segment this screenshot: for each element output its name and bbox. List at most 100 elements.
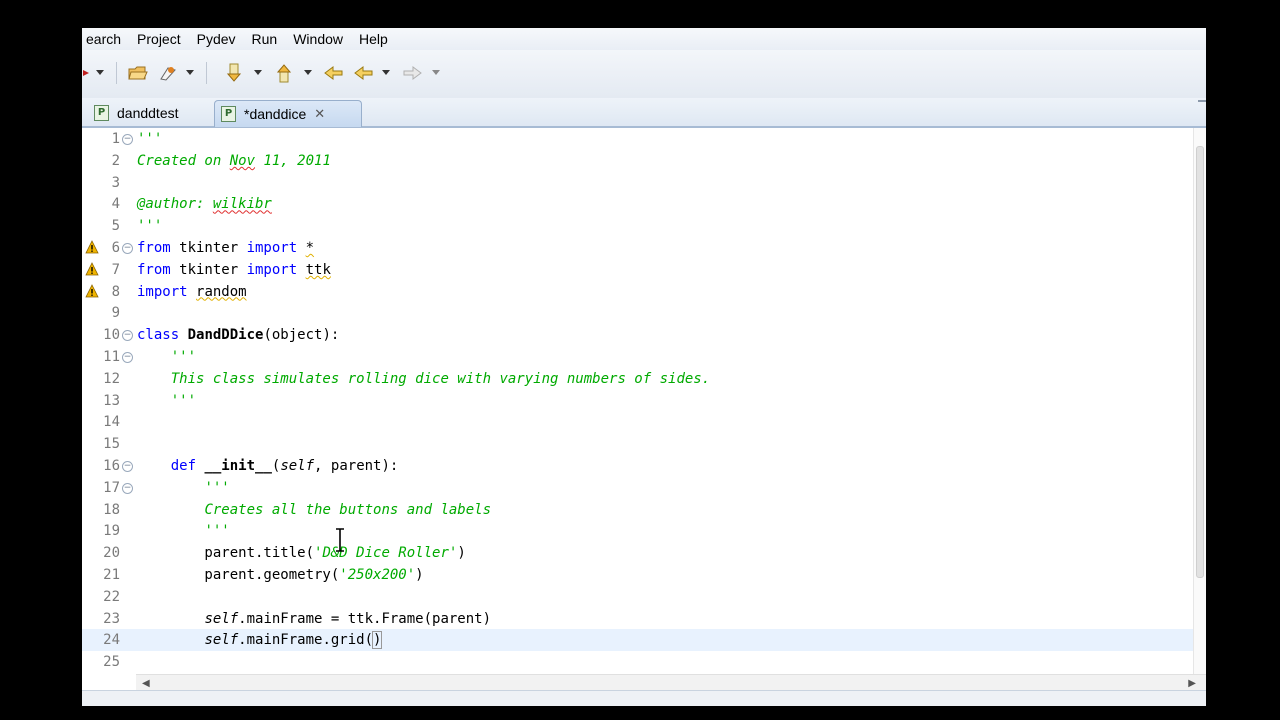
status-bar [82,690,1206,706]
dropdown-arrow-icon[interactable] [300,62,316,84]
dropdown-arrow-icon[interactable] [378,62,394,84]
fold-toggle-icon[interactable]: − [122,482,133,494]
code-text: from tkinter import * [137,240,315,256]
scroll-right-icon[interactable]: ▶ [1188,678,1196,689]
code-line[interactable]: 24 self.mainFrame.grid() [82,629,1194,652]
code-text: self.mainFrame = ttk.Frame(parent) [204,610,492,627]
toolbar-separator [116,62,117,84]
line-number: 8 [111,283,120,300]
code-line[interactable]: 1− ''' [82,128,1194,150]
tab-label: danddtest [117,105,179,121]
code-text: self.mainFrame.grid() [204,631,383,650]
code-line[interactable]: 9 [82,302,1194,324]
pydev-file-icon: P [221,106,236,122]
menu-search[interactable]: earch [82,28,129,50]
dropdown-arrow-icon[interactable] [250,62,266,84]
line-number: 19 [103,523,120,540]
code-line[interactable]: 12 This class simulates rolling dice wit… [82,368,1194,390]
scrollbar-thumb[interactable] [1196,146,1204,578]
forward-arrow-icon[interactable] [400,62,424,84]
last-edit-location-icon[interactable] [322,62,346,84]
line-number: 1 [111,131,120,147]
line-number: 7 [111,261,120,278]
previous-annotation-icon[interactable] [272,62,296,84]
line-number: 25 [103,654,120,671]
code-line[interactable]: 13 ''' [82,390,1194,412]
code-text: ''' [204,523,230,540]
line-number: 16 [103,458,120,474]
tab-danddtest[interactable]: P danddtest [88,100,212,126]
line-number: 12 [103,370,120,387]
code-text: This class simulates rolling dice with v… [170,370,711,387]
close-icon[interactable]: ✕ [314,107,325,122]
code-line[interactable]: 2 Created on Nov 11, 2011 [82,150,1194,172]
code-text: import random [137,283,247,300]
line-number: 5 [111,218,120,235]
line-number: 13 [103,392,120,409]
code-line[interactable]: 19 ''' [82,520,1194,542]
dropdown-arrow-icon[interactable] [92,62,108,84]
line-number: 4 [111,196,120,213]
next-annotation-icon[interactable] [222,62,246,84]
dropdown-arrow-icon[interactable] [428,62,444,84]
fold-toggle-icon[interactable]: − [122,134,133,145]
menu-help[interactable]: Help [351,28,396,50]
tab-label: *danddice [244,106,307,122]
pydev-launch-icon[interactable] [156,62,180,84]
code-line[interactable]: 22 [82,586,1194,608]
code-text: ''' [170,349,197,365]
code-line[interactable]: 11− ''' [82,346,1194,368]
code-line[interactable]: 6− from tkinter import * [82,237,1194,259]
fold-toggle-icon[interactable]: − [122,330,133,342]
back-arrow-icon[interactable] [352,62,376,84]
open-folder-icon[interactable] [126,62,150,84]
code-text: class DandDDice(object): [137,327,340,344]
line-number: 17 [103,479,120,496]
code-line[interactable]: 18 Creates all the buttons and labels [82,499,1194,521]
code-line[interactable]: 3 [82,172,1194,194]
menu-window[interactable]: Window [285,28,351,50]
code-line[interactable]: 23 self.mainFrame = ttk.Frame(parent) [82,608,1194,630]
code-text: @author: wilkibr [137,196,272,213]
code-line[interactable]: 14 [82,411,1194,433]
editor-tab-bar: P danddtest P *danddice ✕ [82,98,1206,128]
code-text: ''' [204,479,230,496]
code-line[interactable]: 20 parent.title('D&D Dice Roller') [82,542,1194,564]
code-line[interactable]: 8 import random [82,281,1194,303]
menu-bar: earch Project Pydev Run Window Help [82,28,1206,50]
code-line[interactable]: 15 [82,433,1194,455]
code-text: parent.geometry('250x200') [137,567,424,583]
run-icon-partial[interactable] [82,62,92,84]
code-line[interactable]: 10− class DandDDice(object): [82,324,1194,346]
menu-run[interactable]: Run [244,28,286,50]
tab-danddice[interactable]: P *danddice ✕ [214,100,362,127]
code-line[interactable]: 5 ''' [82,215,1194,237]
code-editor[interactable]: 1− ''' 2 Created on Nov 11, 2011 3 4 @author: … [82,128,1206,674]
line-number: 6 [111,240,120,256]
line-number: 15 [103,436,120,453]
eclipse-window: earch Project Pydev Run Window Help P da… [82,28,1206,706]
code-line[interactable]: 25 [82,651,1194,673]
pydev-file-icon: P [94,105,109,121]
fold-toggle-icon[interactable]: − [122,461,133,472]
code-line[interactable]: 21 parent.geometry('250x200') [82,564,1194,586]
horizontal-scrollbar[interactable]: ◀ ▶ [136,674,1206,691]
menu-pydev[interactable]: Pydev [189,28,244,50]
code-line[interactable]: 7 from tkinter import ttk [82,259,1194,281]
scroll-left-icon[interactable]: ◀ [142,678,150,689]
vertical-scrollbar[interactable] [1193,128,1206,674]
fold-toggle-icon[interactable]: − [122,243,133,254]
line-number: 14 [103,414,120,431]
dropdown-arrow-icon[interactable] [182,62,198,84]
code-line[interactable]: 17− ''' [82,477,1194,499]
line-number: 11 [103,349,120,365]
text-cursor-icon [336,528,344,552]
code-text: parent.title('D&D Dice Roller') [137,545,466,562]
menu-project[interactable]: Project [129,28,189,50]
view-menu-icon[interactable] [1198,100,1206,108]
toolbar [82,50,1206,99]
fold-toggle-icon[interactable]: − [122,352,133,363]
code-line[interactable]: 4 @author: wilkibr [82,193,1194,215]
code-line[interactable]: 16− def __init__(self, parent): [82,455,1194,477]
line-number: 22 [103,588,120,605]
